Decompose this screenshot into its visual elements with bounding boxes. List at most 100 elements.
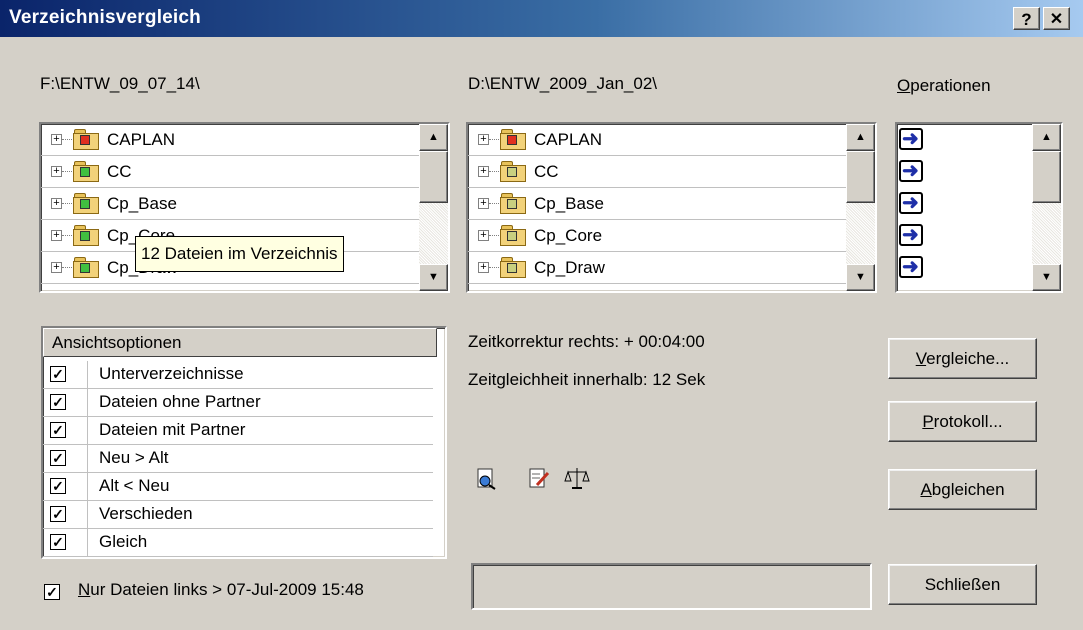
tree-row-right-3[interactable]: + Cp_Core (468, 220, 846, 252)
window-title: Verzeichnisvergleich (9, 7, 201, 28)
scroll-up-icon[interactable]: ▲ (419, 124, 448, 151)
arrow-right-icon[interactable]: ➜ (899, 160, 923, 182)
folder-green-icon (73, 193, 99, 214)
edit-doc-icon[interactable] (528, 468, 550, 490)
view-options-list[interactable]: Ansichtsoptionen ✓ Unterverzeichnisse ✓ Da… (41, 326, 447, 559)
expand-icon[interactable]: + (51, 230, 62, 241)
arrow-right-icon[interactable]: ➜ (899, 256, 923, 278)
folder-check-icon (500, 161, 526, 182)
scroll-up-icon[interactable]: ▲ (846, 124, 875, 151)
tree-label: CC (534, 162, 559, 181)
expand-icon[interactable]: + (478, 134, 489, 145)
scales-icon[interactable] (564, 466, 590, 490)
checkbox[interactable]: ✓ (50, 534, 66, 550)
log-button[interactable]: Protokoll... (888, 401, 1037, 442)
left-scrollbar[interactable]: ▲ ▼ (419, 124, 448, 291)
option-row-2[interactable]: ✓ Dateien mit Partner (43, 417, 433, 445)
filter-checkbox[interactable]: ✓ (44, 584, 60, 600)
view-options-header[interactable]: Ansichtsoptionen (43, 328, 437, 357)
option-label: Dateien ohne Partner (99, 392, 261, 411)
sync-button[interactable]: Abgleichen (888, 469, 1037, 510)
checkbox[interactable]: ✓ (50, 478, 66, 494)
expand-icon[interactable]: + (51, 166, 62, 177)
right-path-label: D:\ENTW_2009_Jan_02\ (468, 74, 657, 93)
folder-check-icon (500, 257, 526, 278)
option-label: Verschieden (99, 504, 193, 523)
folder-check-icon (500, 193, 526, 214)
checkbox[interactable]: ✓ (50, 422, 66, 438)
scroll-down-icon[interactable]: ▼ (419, 264, 448, 291)
tree-row-right-1[interactable]: + CC (468, 156, 846, 188)
option-label: Gleich (99, 532, 148, 551)
expand-icon[interactable]: + (51, 198, 62, 209)
tree-row-right-4[interactable]: + Cp_Draw (468, 252, 846, 284)
tree-label: CAPLAN (534, 130, 603, 149)
time-tolerance-text: Zeitgleichheit innerhalb: 12 Sek (468, 370, 706, 389)
checkbox[interactable]: ✓ (50, 450, 66, 466)
expand-icon[interactable]: + (51, 262, 62, 273)
expand-icon[interactable]: + (478, 262, 489, 273)
folder-green-icon (73, 161, 99, 182)
filter-label: Nur Dateien links > 07-Jul-2009 15:48 (78, 580, 364, 599)
option-row-6[interactable]: ✓ Gleich (43, 529, 433, 557)
folder-red-unequal-icon (73, 129, 99, 150)
scroll-down-icon[interactable]: ▼ (846, 264, 875, 291)
folder-green-icon (73, 257, 99, 278)
tree-label: CC (107, 162, 132, 181)
tree-row-right-0[interactable]: + CAPLAN (468, 124, 846, 156)
checkbox[interactable]: ✓ (50, 394, 66, 410)
folder-check-icon (500, 225, 526, 246)
option-row-4[interactable]: ✓ Alt < Neu (43, 473, 433, 501)
checkbox[interactable]: ✓ (50, 506, 66, 522)
expand-icon[interactable]: + (478, 166, 489, 177)
scroll-thumb[interactable] (846, 151, 875, 203)
close-button[interactable]: Schließen (888, 564, 1037, 605)
tree-label: Cp_Draw (534, 258, 605, 277)
option-label: Alt < Neu (99, 476, 170, 495)
filter-checkbox-row[interactable]: ✓ Nur Dateien links > 07-Jul-2009 15:48 (44, 580, 444, 606)
option-label: Unterverzeichnisse (99, 364, 244, 383)
operations-scrollbar[interactable]: ▲ ▼ (1032, 124, 1061, 291)
right-scrollbar[interactable]: ▲ ▼ (846, 124, 875, 291)
arrow-right-icon[interactable]: ➜ (899, 192, 923, 214)
option-label: Neu > Alt (99, 448, 169, 467)
tree-label: Cp_Base (534, 194, 604, 213)
tree-row-left-0[interactable]: + CAPLAN (41, 124, 419, 156)
tree-label: Cp_Core (534, 226, 603, 245)
scroll-thumb[interactable] (1032, 151, 1061, 203)
scroll-thumb[interactable] (419, 151, 448, 203)
status-field (471, 563, 872, 610)
tree-row-left-2[interactable]: + Cp_Base (41, 188, 419, 220)
operations-list[interactable]: ➜ ➜ ➜ ➜ ➜ ▲ ▼ (895, 122, 1063, 293)
arrow-right-icon[interactable]: ➜ (899, 224, 923, 246)
time-correction-text: Zeitkorrektur rechts: + 00:04:00 (468, 332, 705, 351)
scroll-down-icon[interactable]: ▼ (1032, 264, 1061, 291)
checkbox[interactable]: ✓ (50, 366, 66, 382)
right-tree-view[interactable]: + CAPLAN + CC + Cp_Base + Cp_Core + Cp_D… (466, 122, 877, 293)
arrow-right-icon[interactable]: ➜ (899, 128, 923, 150)
left-path-label: F:\ENTW_09_07_14\ (40, 74, 200, 93)
compare-button[interactable]: Vergleiche... (888, 338, 1037, 379)
title-bar: Verzeichnisvergleich ? ✕ (0, 0, 1083, 37)
tree-label: CAPLAN (107, 130, 176, 149)
close-window-button[interactable]: ✕ (1043, 7, 1070, 30)
help-button[interactable]: ? (1013, 7, 1040, 30)
folder-red-unequal-icon (500, 129, 526, 150)
tooltip: 12 Dateien im Verzeichnis (135, 236, 344, 272)
option-label: Dateien mit Partner (99, 420, 246, 439)
scroll-up-icon[interactable]: ▲ (1032, 124, 1061, 151)
option-row-0[interactable]: ✓ Unterverzeichnisse (43, 361, 433, 389)
tree-row-right-2[interactable]: + Cp_Base (468, 188, 846, 220)
view-options-header-label: Ansichtsoptionen (52, 333, 182, 352)
folder-green-icon (73, 225, 99, 246)
expand-icon[interactable]: + (478, 230, 489, 241)
option-row-5[interactable]: ✓ Verschieden (43, 501, 433, 529)
expand-icon[interactable]: + (478, 198, 489, 209)
tree-row-left-1[interactable]: + CC (41, 156, 419, 188)
search-doc-icon[interactable] (476, 468, 498, 490)
expand-icon[interactable]: + (51, 134, 62, 145)
option-row-1[interactable]: ✓ Dateien ohne Partner (43, 389, 433, 417)
operations-label: Operationen (897, 76, 991, 95)
option-row-3[interactable]: ✓ Neu > Alt (43, 445, 433, 473)
tree-label: Cp_Base (107, 194, 177, 213)
